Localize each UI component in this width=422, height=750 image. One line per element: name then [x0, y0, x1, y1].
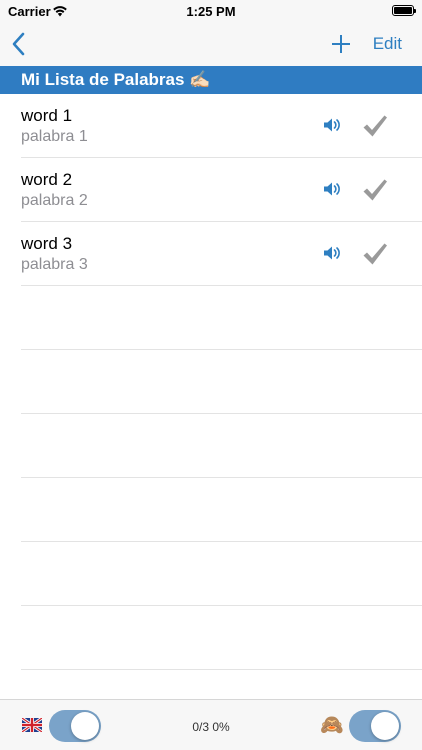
status-bar: Carrier 1:25 PM — [0, 0, 422, 22]
word-text: word 3 — [21, 234, 73, 253]
checkmark-icon[interactable] — [362, 178, 388, 202]
navigation-bar: Edit — [0, 22, 422, 66]
empty-row — [0, 286, 422, 350]
empty-row — [0, 414, 422, 478]
empty-row — [0, 542, 422, 606]
list-title: Mi Lista de Palabras ✍🏻 — [0, 66, 422, 94]
translation-text: palabra 2 — [21, 192, 88, 209]
word-row[interactable]: word 3 palabra 3 — [0, 222, 422, 286]
translation-text: palabra 1 — [21, 128, 88, 145]
word-row[interactable]: word 1 palabra 1 — [0, 94, 422, 158]
checkmark-icon[interactable] — [362, 242, 388, 266]
hide-translation-toggle[interactable] — [349, 710, 401, 742]
battery-icon — [392, 5, 416, 16]
empty-row — [0, 606, 422, 670]
word-row[interactable]: word 2 palabra 2 — [0, 158, 422, 222]
speaker-icon[interactable] — [323, 117, 342, 133]
empty-row — [0, 350, 422, 414]
word-text: word 1 — [21, 106, 73, 125]
edit-button[interactable]: Edit — [373, 34, 402, 54]
translation-text: palabra 3 — [21, 256, 88, 273]
word-list: word 1 palabra 1 word 2 palabra 2 word 3… — [0, 94, 422, 670]
speaker-icon[interactable] — [323, 245, 342, 261]
status-time: 1:25 PM — [186, 4, 236, 19]
checkmark-icon[interactable] — [362, 114, 388, 138]
see-no-evil-monkey-icon: 🙈 — [320, 715, 344, 736]
speaker-icon[interactable] — [323, 181, 342, 197]
bottom-toolbar: 0/3 0% 🙈 — [0, 699, 422, 750]
word-text: word 2 — [21, 170, 73, 189]
toggle-knob — [371, 712, 399, 740]
add-word-plus-icon[interactable] — [330, 33, 352, 55]
back-chevron-icon[interactable] — [10, 32, 28, 56]
empty-row — [0, 478, 422, 542]
